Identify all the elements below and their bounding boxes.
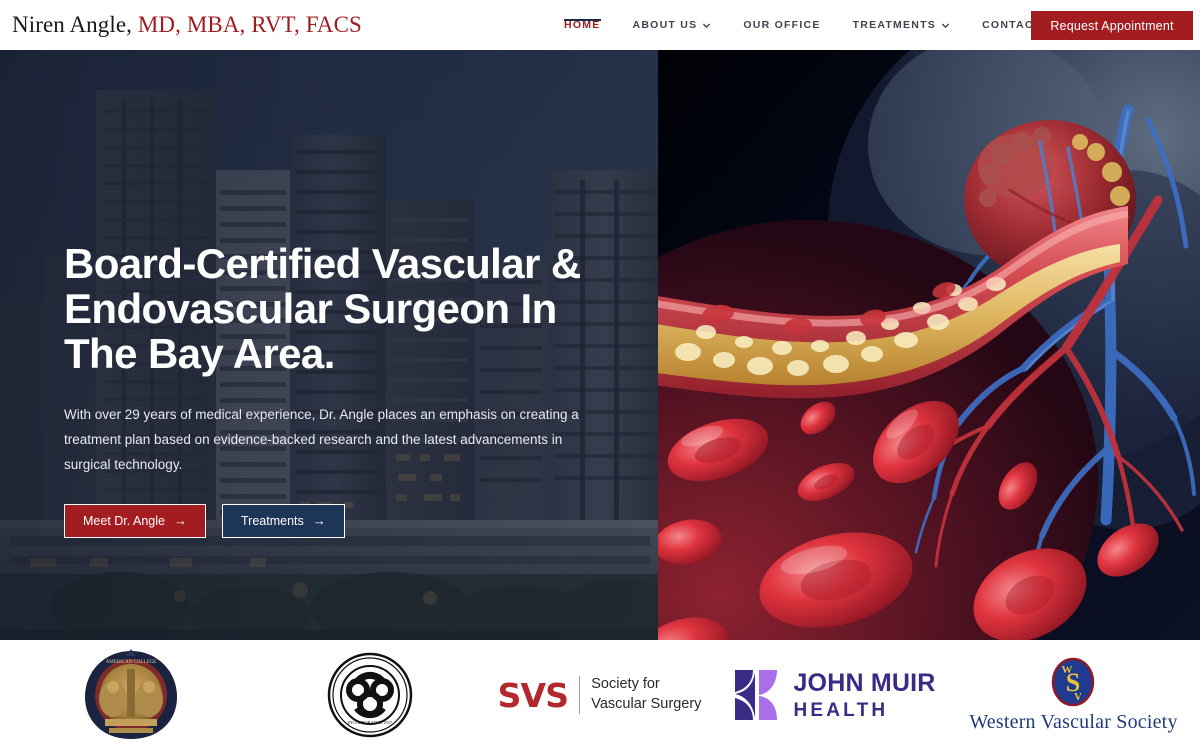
jmh-line2: HEALTH: [793, 699, 889, 721]
hero-section: Board-Certified Vascular & Endovascular …: [0, 50, 1200, 640]
nav-item-about-us[interactable]: ABOUT US: [617, 19, 728, 31]
site-logo[interactable]: Niren Angle, MD, MBA, RVT, FACS: [12, 12, 362, 38]
arrow-right-icon: →: [174, 513, 187, 529]
meet-dr-angle-label: Meet Dr. Angle: [83, 513, 165, 528]
hero-headline: Board-Certified Vascular & Endovascular …: [64, 240, 624, 377]
svs-divider: [579, 676, 581, 714]
chevron-down-icon: [941, 21, 950, 30]
hero-left-panel: Board-Certified Vascular & Endovascular …: [0, 50, 658, 640]
jmh-line1: JOHN MUIR: [793, 668, 936, 697]
nav-item-home[interactable]: HOME: [548, 18, 617, 31]
hero-right-panel: [658, 50, 1200, 640]
brand-credentials: MD, MBA, RVT, FACS: [137, 12, 362, 37]
western-vascular-society-logo: S W V Western Vascular Society: [969, 657, 1177, 734]
svg-text:W: W: [1062, 664, 1073, 676]
svg-text:V: V: [1075, 691, 1083, 703]
nav-item-our-office-label: OUR OFFICE: [743, 19, 821, 31]
nav-item-treatments-label: TREATMENTS: [852, 19, 937, 31]
american-college-of-surgeons-seal-icon: AMERICAN COLLEGE: [85, 649, 177, 739]
svg-text:of: of: [367, 691, 374, 699]
nav-item-about-us-label: ABOUT US: [632, 19, 698, 31]
svs-line2: Vascular Surgery: [591, 696, 702, 712]
logo-western-vascular-society[interactable]: S W V Western Vascular Society: [947, 640, 1200, 750]
western-vascular-society-wordmark: Western Vascular Society: [969, 710, 1178, 733]
hero-headline-line3: The Bay Area.: [64, 329, 335, 377]
nav-item-our-office[interactable]: OUR OFFICE: [727, 19, 836, 31]
treatments-button[interactable]: Treatments →: [222, 503, 345, 538]
logo-john-muir-health[interactable]: JOHN MUIR HEALTH: [722, 640, 947, 750]
hero-headline-line1: Board-Certified Vascular &: [64, 240, 581, 287]
nav-item-home-label: HOME: [564, 19, 601, 31]
john-muir-health-mark-icon: [735, 670, 778, 720]
svg-text:INCORPORATED 1937: INCORPORATED 1937: [347, 720, 392, 725]
logo-society-for-vascular-surgery[interactable]: SVS Society for Vascular Surgery: [477, 640, 722, 750]
logo-american-college-of-surgeons[interactable]: AMERICAN COLLEGE: [0, 640, 262, 750]
site-header: Niren Angle, MD, MBA, RVT, FACS HOME ABO…: [0, 0, 1200, 50]
svs-mark-text: SVS: [497, 675, 569, 715]
logo-american-board-of-surgery[interactable]: of INCORPORATED 1937: [262, 640, 477, 750]
svg-text:AMERICAN COLLEGE: AMERICAN COLLEGE: [106, 660, 157, 665]
american-board-of-surgery-seal-icon: of INCORPORATED 1937: [327, 652, 412, 738]
treatments-label: Treatments: [241, 513, 304, 528]
hero-content: Board-Certified Vascular & Endovascular …: [64, 240, 624, 538]
artery-illustration-image: [658, 50, 1200, 640]
svs-wordmark: Society for Vascular Surgery: [591, 675, 701, 714]
hero-headline-line2: Endovascular Surgeon In: [64, 284, 557, 332]
meet-dr-angle-button[interactable]: Meet Dr. Angle →: [64, 503, 206, 538]
john-muir-health-wordmark: JOHN MUIR HEALTH: [793, 668, 936, 721]
hero-subtext: With over 29 years of medical experience…: [64, 406, 579, 472]
svs-logo: SVS Society for Vascular Surgery: [497, 675, 702, 715]
main-navigation: HOME ABOUT US OUR OFFICE TREATMENTS CONT…: [548, 0, 1079, 50]
arrow-right-icon: →: [312, 513, 326, 529]
western-vascular-society-emblem-icon: S W V: [1052, 657, 1095, 706]
request-appointment-button[interactable]: Request Appointment: [1031, 11, 1193, 40]
chevron-down-icon: [702, 21, 711, 30]
hero-button-row: Meet Dr. Angle → Treatments →: [64, 503, 624, 538]
nav-item-treatments[interactable]: TREATMENTS: [837, 19, 966, 31]
john-muir-health-logo: JOHN MUIR HEALTH: [733, 668, 935, 722]
affiliations-logo-strip: AMERICAN COLLEGE of INCORPORATED 1937 SV…: [0, 640, 1200, 750]
brand-name: Niren Angle,: [12, 12, 133, 37]
svs-line1: Society for: [591, 676, 660, 693]
